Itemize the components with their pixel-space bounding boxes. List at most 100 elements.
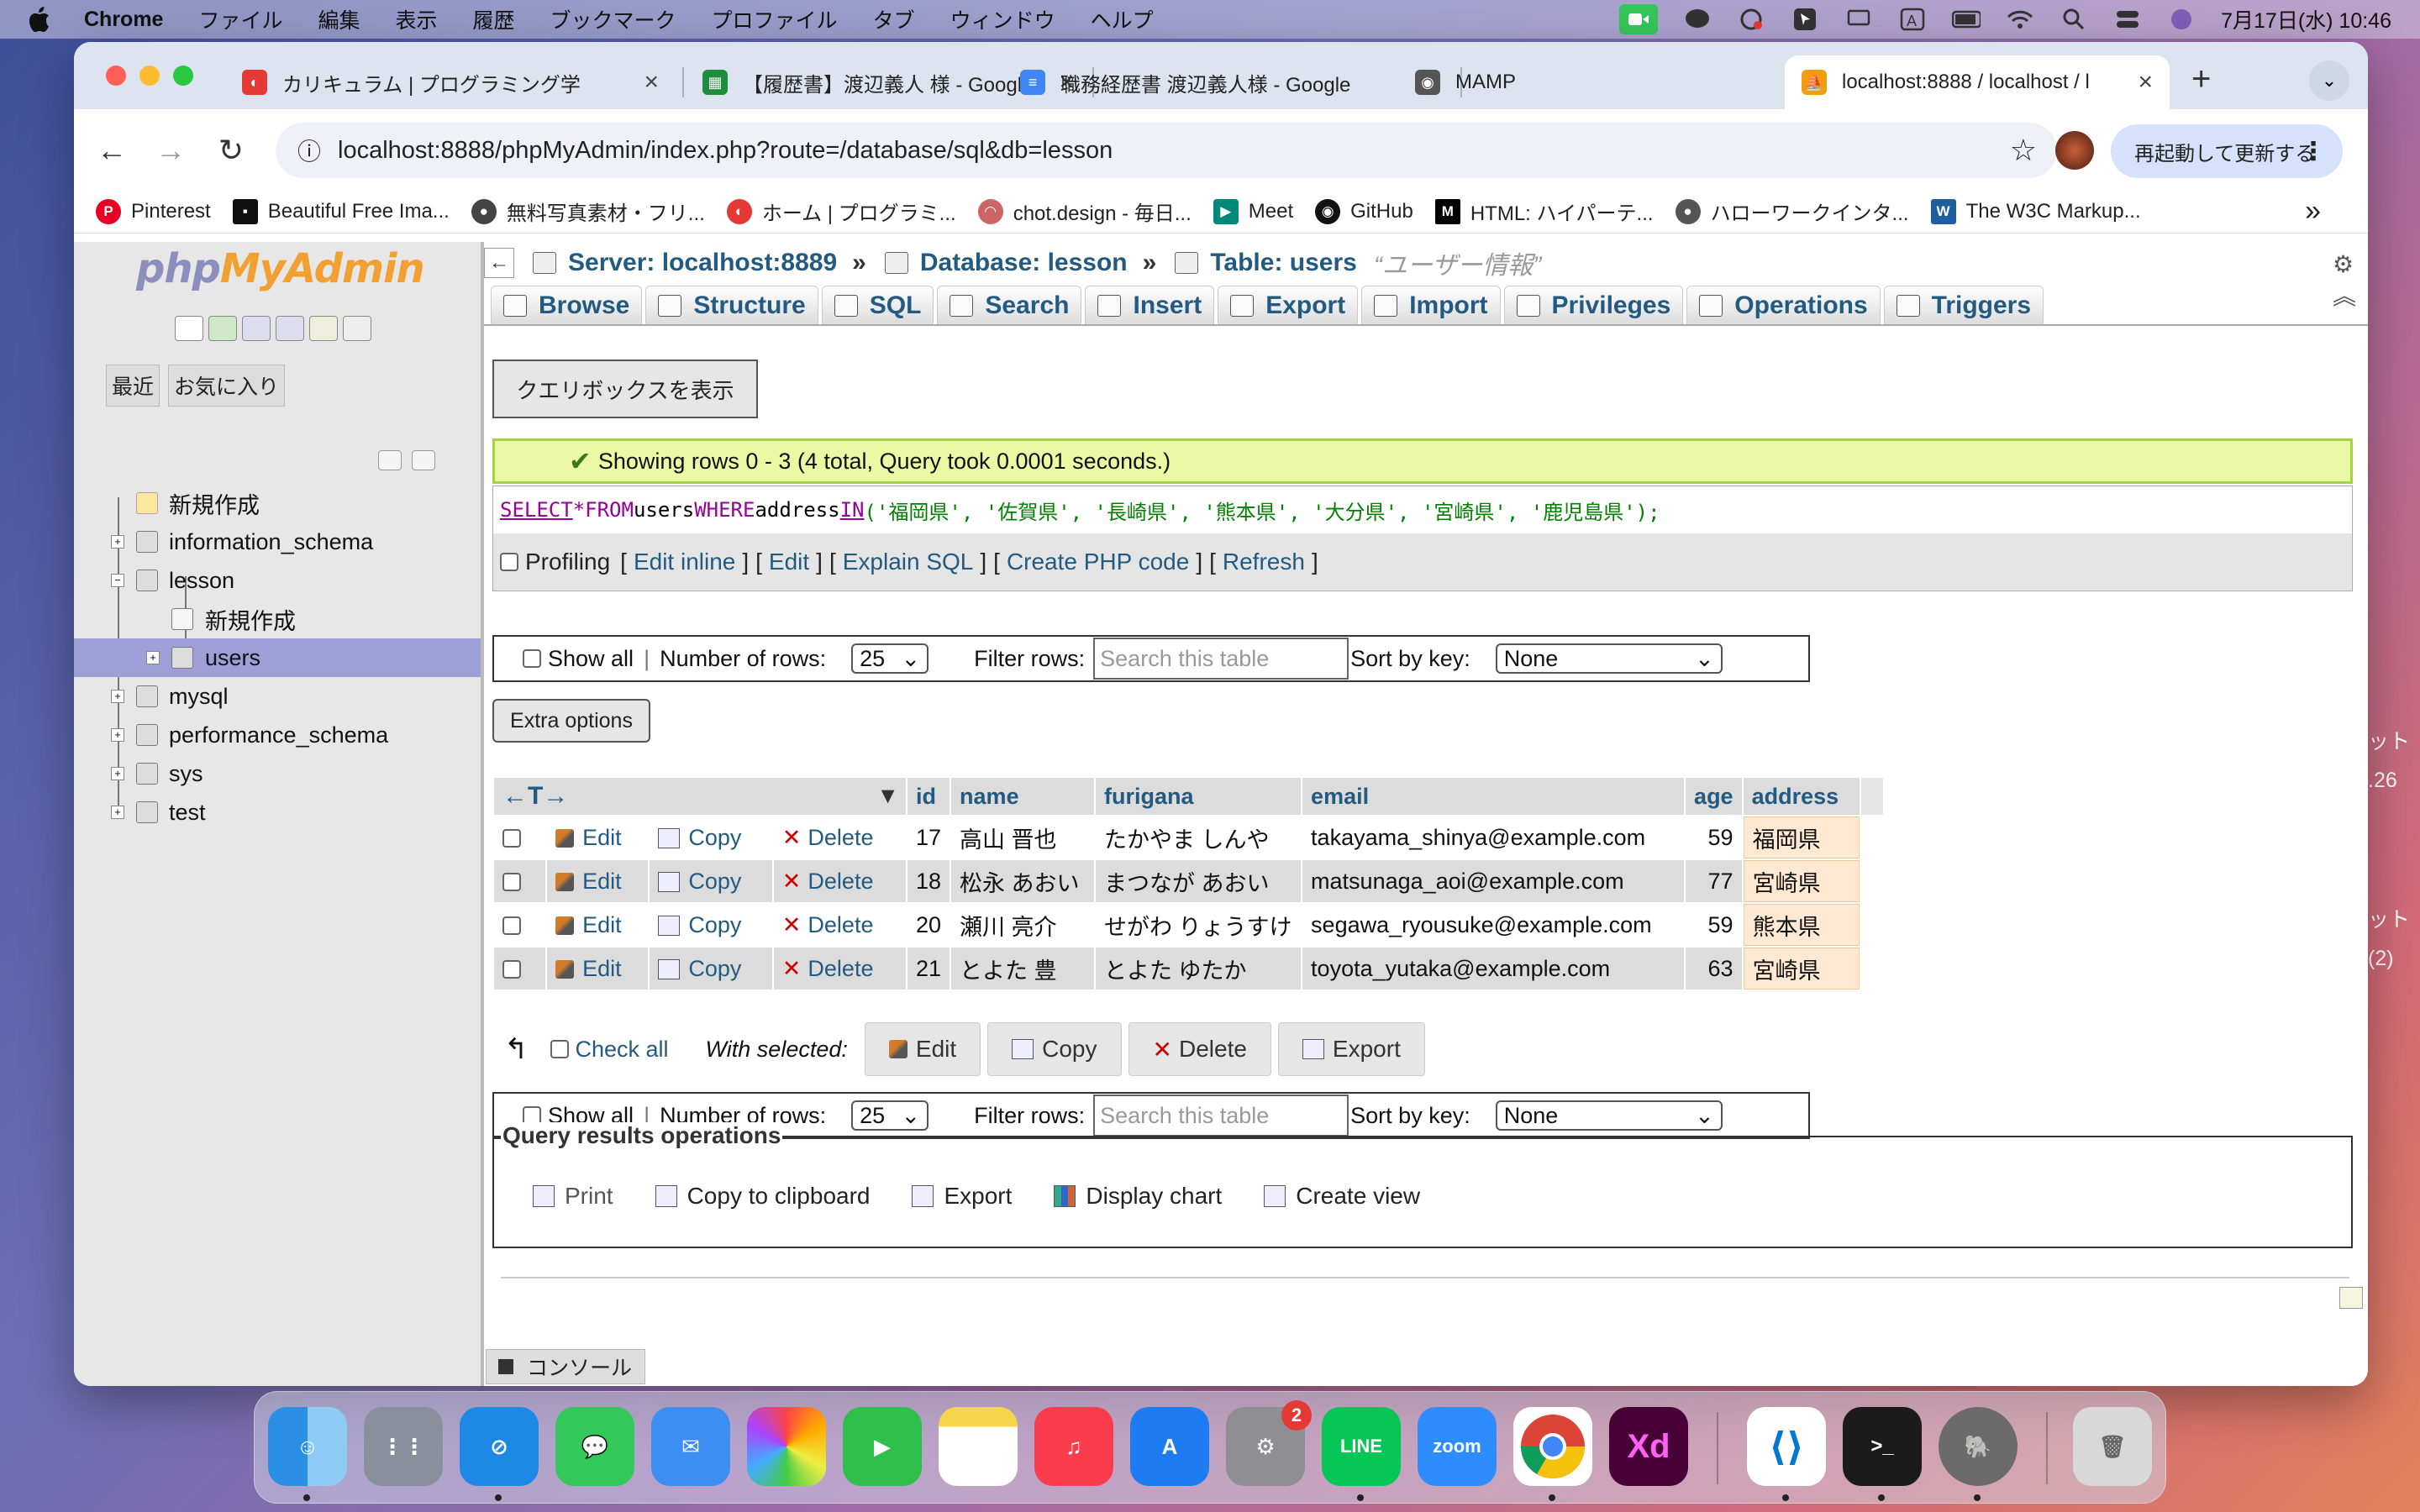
chrome-icon[interactable]: [1513, 1407, 1592, 1486]
close-tab-icon[interactable]: ×: [644, 68, 659, 97]
cell-id[interactable]: 20: [908, 904, 950, 946]
cursor-app-icon[interactable]: [1791, 8, 1819, 31]
sql-query-icon[interactable]: [208, 316, 237, 341]
tab-privileges[interactable]: Privileges: [1503, 286, 1684, 324]
check-all-label[interactable]: Check all: [576, 1037, 669, 1063]
filter-rows-input[interactable]: Search this table: [1093, 638, 1349, 680]
row-edit-link[interactable]: Edit: [547, 904, 649, 946]
menu-bookmarks[interactable]: ブックマーク: [550, 4, 676, 34]
filter-rows-input[interactable]: Search this table: [1093, 1095, 1349, 1137]
cell-age[interactable]: 59: [1686, 816, 1742, 858]
column-header-name[interactable]: name: [951, 778, 1095, 815]
input-source-icon[interactable]: A: [1898, 8, 1927, 31]
wifi-icon[interactable]: [2006, 8, 2034, 31]
tree-item-mysql[interactable]: + mysql: [74, 677, 481, 716]
site-info-icon[interactable]: ⓘ: [289, 134, 329, 167]
sync-status-icon[interactable]: [1737, 8, 1765, 31]
back-arrow-icon[interactable]: ←: [89, 128, 134, 173]
bulk-delete-button[interactable]: ✕ Delete: [1128, 1022, 1271, 1076]
docs-icon[interactable]: [242, 316, 271, 341]
finder-icon[interactable]: ☺: [268, 1407, 347, 1486]
trash-icon[interactable]: 🗑: [2073, 1407, 2152, 1486]
sql-query-text[interactable]: SELECT * FROM users WHERE address IN ('福岡…: [493, 486, 2352, 533]
browser-tab[interactable]: ≡ 職務経歴書 渡辺義人様 - Google ×: [1003, 55, 1457, 109]
tab-insert[interactable]: Insert: [1085, 286, 1215, 324]
breadcrumb-server[interactable]: Server: localhost:8889: [533, 249, 837, 277]
extra-options-button[interactable]: Extra options: [492, 699, 650, 743]
column-options-chevron-icon[interactable]: ▼: [876, 783, 899, 809]
reload-icon[interactable]: ↻: [208, 128, 254, 173]
tree-item-lesson[interactable]: − lesson: [74, 561, 481, 600]
bookmark-item[interactable]: ◠ chot.design - 毎日...: [977, 197, 1192, 226]
browser-tab-active[interactable]: ⛵ localhost:8888 / localhost / l ×: [1785, 55, 2170, 109]
cell-id[interactable]: 21: [908, 948, 950, 990]
expand-icon[interactable]: +: [111, 728, 124, 742]
home-icon[interactable]: [175, 316, 203, 341]
print-link[interactable]: Print: [533, 1183, 613, 1210]
row-delete-link[interactable]: ✕ Delete: [773, 948, 906, 990]
rows-per-page-select[interactable]: 25 ⌄: [851, 1100, 929, 1131]
create-php-code-link[interactable]: Create PHP code: [1007, 549, 1189, 575]
menu-tab[interactable]: タブ: [873, 4, 915, 34]
photos-icon[interactable]: [747, 1407, 826, 1486]
zoom-icon[interactable]: zoom: [1418, 1407, 1497, 1486]
close-tab-icon[interactable]: ×: [2138, 68, 2153, 97]
help-icon[interactable]: [276, 316, 304, 341]
cell-name[interactable]: とよた 豊: [951, 948, 1095, 990]
row-copy-link[interactable]: Copy: [650, 816, 772, 858]
cell-furigana[interactable]: まつなが あおい: [1096, 860, 1302, 902]
battery-icon[interactable]: [1952, 8, 1981, 31]
tableplus-icon[interactable]: 🐘: [1939, 1407, 2018, 1486]
bookmark-item[interactable]: P Pinterest: [96, 198, 211, 224]
row-edit-link[interactable]: Edit: [547, 816, 649, 858]
display-chart-link[interactable]: Display chart: [1054, 1183, 1222, 1210]
cell-id[interactable]: 18: [908, 860, 950, 902]
tree-item-new[interactable]: 新規作成: [74, 484, 481, 522]
cell-furigana[interactable]: とよた ゆたか: [1096, 948, 1302, 990]
relaunch-update-button[interactable]: 再起動して更新する ⋮: [2111, 124, 2343, 178]
sort-by-key-select[interactable]: None ⌄: [1495, 643, 1723, 674]
sort-by-key-select[interactable]: None ⌄: [1495, 1100, 1723, 1131]
kebab-menu-icon[interactable]: ⋮: [2301, 137, 2326, 166]
profiling-checkbox[interactable]: [500, 553, 518, 571]
tree-item-sys[interactable]: + sys: [74, 754, 481, 793]
edit-inline-link[interactable]: Edit inline: [634, 549, 735, 575]
refresh-link[interactable]: Refresh: [1223, 549, 1305, 575]
line-status-icon[interactable]: [1683, 8, 1712, 31]
facetime-status-icon[interactable]: [1619, 4, 1659, 34]
expand-icon[interactable]: +: [111, 535, 124, 549]
cell-email[interactable]: takayama_shinya@example.com: [1302, 816, 1685, 858]
menu-profiles[interactable]: プロファイル: [712, 4, 838, 34]
menubar-clock[interactable]: 7月17日(水) 10:46: [2221, 4, 2391, 34]
collapse-sidebar-arrow-icon[interactable]: ←: [484, 248, 514, 278]
bookmark-item[interactable]: ◐ ホーム | プログラミ...: [726, 197, 956, 226]
cell-age[interactable]: 59: [1686, 904, 1742, 946]
explain-sql-link[interactable]: Explain SQL: [843, 549, 974, 575]
cell-email[interactable]: toyota_yutaka@example.com: [1302, 948, 1685, 990]
show-query-box-button[interactable]: クエリボックスを表示: [492, 360, 758, 418]
tree-item-users[interactable]: + users: [74, 638, 481, 677]
cell-name[interactable]: 瀬川 亮介: [951, 904, 1095, 946]
edit-query-link[interactable]: Edit: [769, 549, 809, 575]
tab-browse[interactable]: Browse: [491, 286, 643, 324]
cell-name[interactable]: 高山 晋也: [951, 816, 1095, 858]
menu-window[interactable]: ウィンドウ: [950, 4, 1055, 34]
bookmark-item[interactable]: W The W3C Markup...: [1930, 198, 2141, 224]
cell-address[interactable]: 宮崎県: [1743, 860, 1860, 902]
bulk-copy-button[interactable]: Copy: [987, 1022, 1122, 1076]
rows-per-page-select[interactable]: 25 ⌄: [851, 643, 929, 674]
export-link[interactable]: Export: [912, 1183, 1012, 1210]
app-store-icon[interactable]: A: [1130, 1407, 1209, 1486]
bulk-edit-button[interactable]: Edit: [864, 1022, 981, 1076]
favorites-tab[interactable]: お気に入り: [168, 365, 286, 407]
tab-search-chevron-icon[interactable]: ⌄: [2309, 60, 2349, 101]
recent-tab[interactable]: 最近: [106, 365, 160, 407]
zoom-window-button[interactable]: [173, 66, 193, 86]
menu-view[interactable]: 表示: [396, 4, 438, 34]
tab-operations[interactable]: Operations: [1686, 286, 1881, 324]
line-icon[interactable]: LINE: [1322, 1407, 1401, 1486]
column-header-address[interactable]: address: [1743, 778, 1860, 815]
facetime-icon[interactable]: ▶: [843, 1407, 922, 1486]
more-bookmarks-icon[interactable]: »: [2305, 195, 2321, 228]
settings-gear-icon[interactable]: [309, 316, 338, 341]
